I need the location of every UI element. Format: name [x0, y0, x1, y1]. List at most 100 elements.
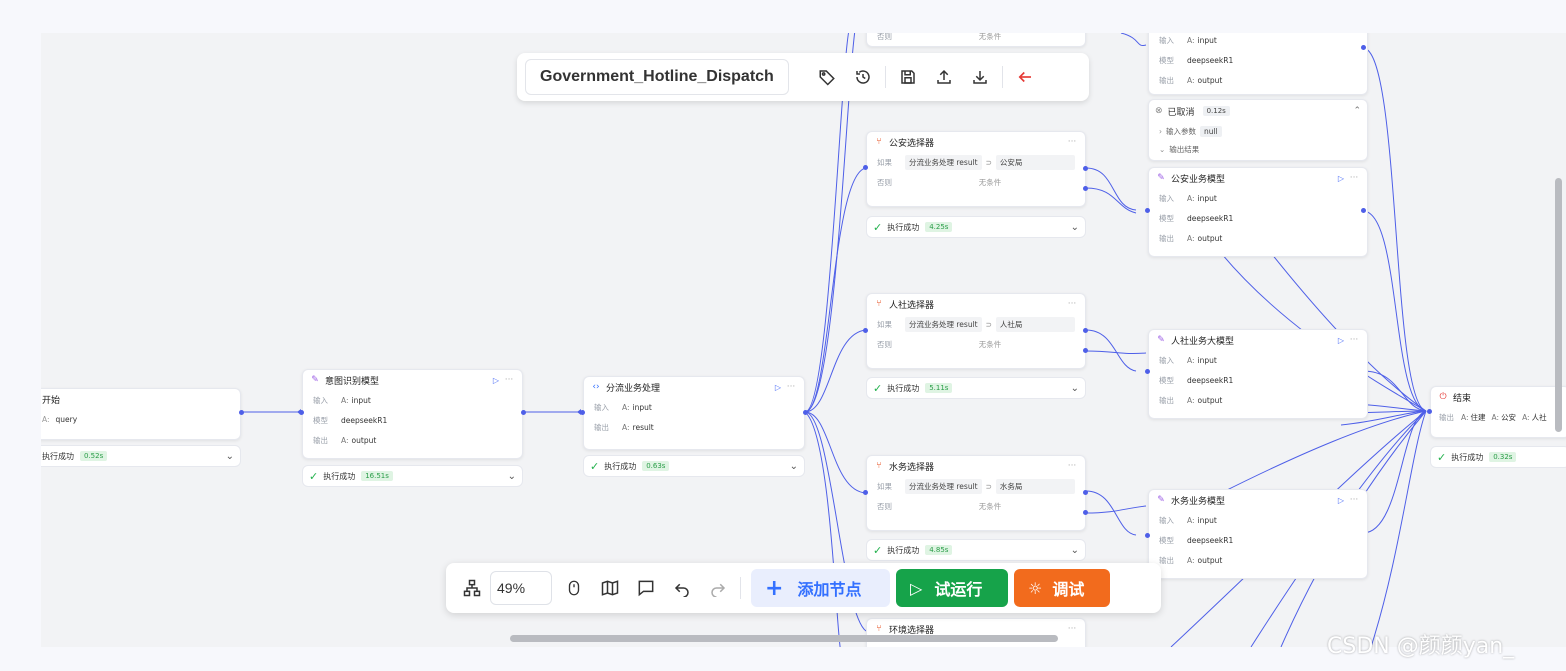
horizontal-scrollbar[interactable] [510, 635, 1058, 642]
play-icon[interactable]: ▷ [1335, 336, 1347, 345]
hr-sel-out1-port[interactable] [1083, 328, 1088, 333]
police-sel-out2-port[interactable] [1083, 186, 1088, 191]
intent-status-time: 16.51s [361, 471, 393, 481]
play-icon[interactable]: ▷ [1335, 496, 1347, 505]
police-model-in-port[interactable] [1145, 208, 1150, 213]
play-icon: ▷ [910, 578, 923, 598]
dispatch-status[interactable]: ✓ 执行成功 0.63s ⌄ [583, 455, 805, 477]
intent-input-port[interactable] [299, 410, 304, 415]
more-icon[interactable]: ··· [1065, 299, 1079, 309]
upload-icon[interactable] [926, 59, 962, 95]
undo-icon[interactable] [664, 570, 700, 606]
chevron-down-icon[interactable]: ⌄ [1071, 222, 1079, 233]
tag-icon[interactable] [809, 59, 845, 95]
success-check-icon: ✓ [873, 543, 883, 557]
more-icon[interactable]: ··· [1065, 624, 1079, 634]
mouse-icon[interactable] [556, 570, 592, 606]
branch-icon: ⑂ [876, 461, 882, 471]
more-icon[interactable]: ··· [1065, 461, 1079, 471]
start-node[interactable]: 开始 A: query [41, 388, 241, 440]
intent-model-node[interactable]: ✎ 意图识别模型 ▷ ··· 输入 A: input 模型 deepseekR1 输出… [302, 369, 523, 459]
hr-model-node[interactable]: ✎ 人社业务大模型 ▷ ··· 输入 A: input 模型 deepseekR1 输… [1148, 329, 1368, 419]
intent-output-port[interactable] [521, 410, 526, 415]
download-icon[interactable] [962, 59, 998, 95]
end-node[interactable]: ⏻ 结束 输出 A: 住建 A: 公安 A: 人社 [1430, 386, 1566, 438]
top-partial-selector[interactable]: 否则 无条件 [866, 33, 1086, 47]
model-icon: ✎ [1157, 173, 1165, 183]
comment-icon[interactable] [628, 570, 664, 606]
intent-status[interactable]: ✓ 执行成功 16.51s ⌄ [302, 465, 523, 487]
chevron-down-icon[interactable]: ⌄ [1071, 383, 1079, 394]
plus-icon: + [765, 575, 784, 601]
play-icon[interactable]: ▷ [772, 383, 784, 392]
more-icon[interactable]: ··· [1347, 335, 1361, 345]
water-sel-out1-port[interactable] [1083, 490, 1088, 495]
chevron-down-icon[interactable]: ⌄ [1071, 545, 1079, 556]
water-selector-status[interactable]: ✓ 执行成功 4.85s ⌄ [866, 539, 1086, 561]
chevron-down-icon[interactable]: ⌄ [790, 461, 798, 472]
start-output-port[interactable] [239, 410, 244, 415]
model-icon: ✎ [1157, 335, 1165, 345]
vertical-scrollbar[interactable] [1555, 178, 1562, 432]
chevron-down-icon[interactable]: ⌄ [508, 471, 516, 482]
cancelled-panel[interactable]: ⊗ 已取消 0.12s ⌃ › 输入参数 null ⌄ 输出结果 [1148, 99, 1368, 161]
intent-model: deepseekR1 [341, 415, 388, 425]
chevron-up-icon[interactable]: ⌃ [1353, 106, 1361, 116]
dispatch-output-port[interactable] [803, 410, 808, 415]
more-icon[interactable]: ··· [1347, 173, 1361, 183]
workflow-name-field[interactable]: Government_Hotline_Dispatch [525, 59, 789, 95]
zoom-level-field[interactable]: 49% [490, 571, 552, 605]
water-model-in-port[interactable] [1145, 533, 1150, 538]
test-run-button[interactable]: ▷ 试运行 [896, 569, 1008, 607]
redo-icon[interactable] [700, 570, 736, 606]
more-icon[interactable]: ··· [1347, 495, 1361, 505]
end-status[interactable]: ✓ 执行成功 0.32s [1430, 446, 1566, 468]
hr-model-in-port[interactable] [1145, 369, 1150, 374]
more-icon[interactable]: ··· [1065, 137, 1079, 147]
police-model-out-port[interactable] [1361, 208, 1366, 213]
hr-sel-out2-port[interactable] [1083, 348, 1088, 353]
play-icon[interactable]: ▷ [490, 376, 502, 385]
map-icon[interactable] [592, 570, 628, 606]
branch-icon: ⑂ [876, 137, 882, 147]
save-icon[interactable] [890, 59, 926, 95]
bottom-toolbar: 49% + 添加节点 ▷ 试运行 ☼ 调试 [446, 563, 1161, 613]
police-selector-status[interactable]: ✓ 执行成功 4.25s ⌄ [866, 216, 1086, 238]
branch-icon: ⑂ [876, 624, 882, 634]
water-selector-node[interactable]: ⑂ 水务选择器 ··· 如果 分流业务处理 result ⊃ 水务局 否则 无条件 [866, 455, 1086, 531]
play-icon[interactable]: ▷ [1335, 174, 1347, 183]
back-arrow-icon[interactable] [1007, 59, 1043, 95]
chevron-down-icon[interactable]: ⌄ [226, 451, 234, 462]
workflow-canvas[interactable]: 开始 A: query 执行成功 0.52s ⌄ ✎ 意图识别模型 ▷ ··· … [41, 33, 1566, 647]
success-check-icon: ✓ [873, 220, 883, 234]
hr-selector-node[interactable]: ⑂ 人社选择器 ··· 如果 分流业务处理 result ⊃ 人社局 否则 无条件 [866, 293, 1086, 369]
end-input-port[interactable] [1427, 409, 1432, 414]
intent-node-title: 意图识别模型 [325, 376, 380, 387]
water-sel-out2-port[interactable] [1083, 510, 1088, 515]
dispatch-input-port[interactable] [580, 410, 585, 415]
hr-selector-status[interactable]: ✓ 执行成功 5.11s ⌄ [866, 377, 1086, 399]
add-node-button[interactable]: + 添加节点 [751, 569, 890, 607]
start-status[interactable]: 执行成功 0.52s ⌄ [41, 445, 241, 467]
more-icon[interactable]: ··· [784, 382, 798, 392]
more-icon[interactable]: ··· [502, 375, 516, 385]
police-selector-node[interactable]: ⑂ 公安选择器 ··· 如果 分流业务处理 result ⊃ 公安局 否则 无条件 [866, 131, 1086, 207]
success-check-icon: ✓ [309, 469, 319, 483]
workflow-name: Government_Hotline_Dispatch [540, 68, 774, 85]
police-sel-in-port[interactable] [863, 165, 868, 170]
dispatch-node[interactable]: ‹› 分流业务处理 ▷ ··· 输入 A: input 输出 A: result [583, 376, 805, 450]
intent-node-header: ✎ 意图识别模型 ▷ ··· [303, 370, 522, 390]
top-model-node[interactable]: 输入 A: input 模型 deepseekR1 输出 A: output [1148, 33, 1368, 95]
start-node-title: 开始 [42, 395, 61, 406]
hr-sel-in-port[interactable] [863, 328, 868, 333]
police-model-node[interactable]: ✎ 公安业务模型 ▷ ··· 输入 A: input 模型 deepseekR1 输出… [1148, 167, 1368, 257]
top-model-out-port[interactable] [1361, 45, 1366, 50]
power-icon: ⏻ [1439, 392, 1447, 402]
history-icon[interactable] [845, 59, 881, 95]
police-sel-out1-port[interactable] [1083, 166, 1088, 171]
layout-tree-icon[interactable] [454, 570, 490, 606]
water-model-node[interactable]: ✎ 水务业务模型 ▷ ··· 输入 A: input 模型 deepseekR1 输出… [1148, 489, 1368, 579]
debug-button[interactable]: ☼ 调试 [1014, 569, 1110, 607]
water-sel-in-port[interactable] [863, 490, 868, 495]
env-selector-node[interactable]: ⑂ 环境选择器 ··· [866, 618, 1086, 647]
